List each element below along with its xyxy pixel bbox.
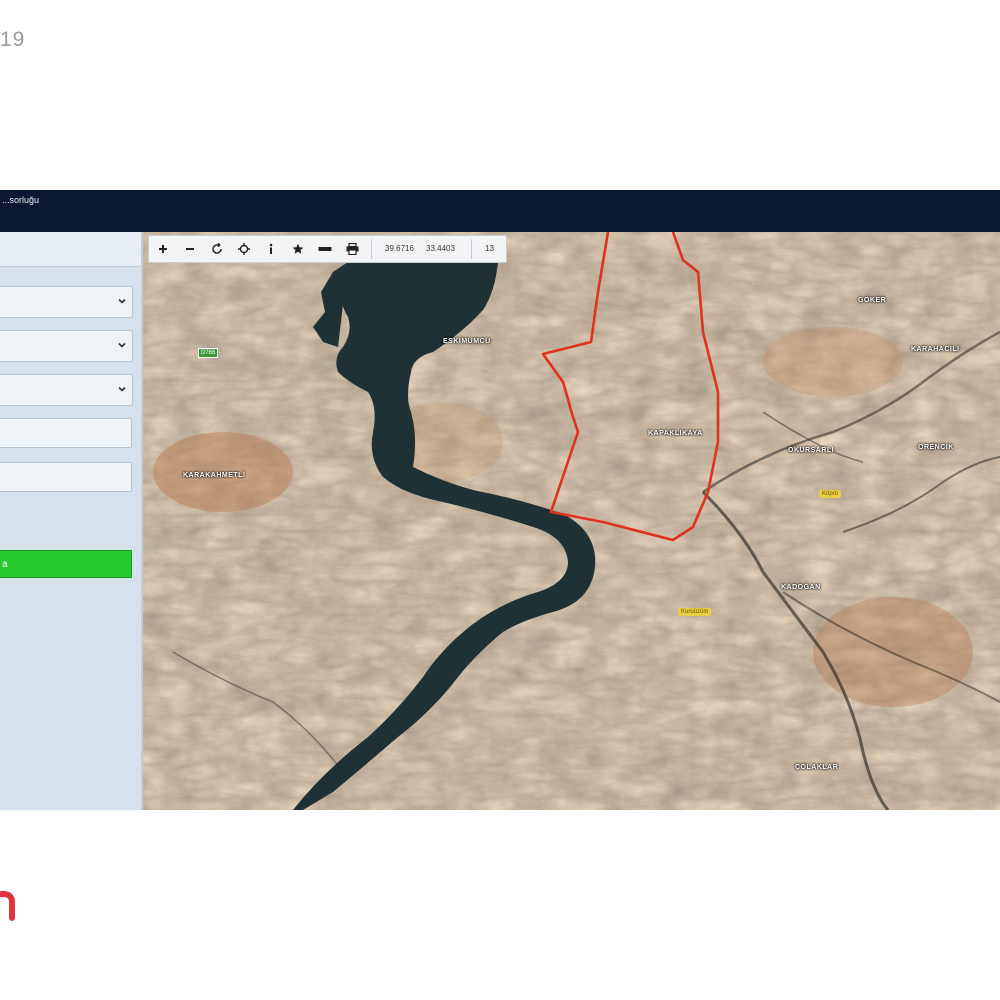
app-window: ...sorluğu a ESKİMUMCU KARAKAHMETLİ GÖKE… <box>0 190 1000 810</box>
sidebar-panel-header <box>0 232 141 267</box>
poi-badge: Köprü <box>819 490 842 498</box>
poi-badge: Kuruüzüm <box>678 608 712 616</box>
printer-icon <box>346 243 358 255</box>
map-label: ESKİMUMCU <box>443 338 491 345</box>
road-number-badge: D765 <box>198 348 219 358</box>
satellite-map[interactable]: ESKİMUMCU KARAKAHMETLİ GÖKER KARAHACILI … <box>143 232 1000 810</box>
app-title: ...sorluğu <box>2 195 40 205</box>
query-button[interactable]: a <box>0 550 132 578</box>
chevron-down-icon <box>118 298 126 304</box>
crosshair-icon <box>238 243 250 255</box>
district-select[interactable] <box>0 330 133 362</box>
refresh-button[interactable] <box>207 239 227 259</box>
map-label: KADOĞAN <box>781 584 821 591</box>
info-button[interactable] <box>261 239 281 259</box>
minus-icon <box>186 248 194 250</box>
parcel-input[interactable] <box>0 462 132 492</box>
search-sidebar: a <box>0 232 143 810</box>
neighborhood-select[interactable] <box>0 374 133 406</box>
latitude-readout: 39.6716 <box>385 244 414 253</box>
measure-button[interactable] <box>315 239 335 259</box>
zoom-in-button[interactable] <box>153 239 173 259</box>
map-label: ÖRENCİK <box>918 444 954 451</box>
chevron-down-icon <box>118 386 126 392</box>
toolbar-divider <box>371 239 372 259</box>
block-input[interactable] <box>0 418 132 448</box>
favorite-button[interactable] <box>288 239 308 259</box>
corner-number: 19 <box>0 28 26 51</box>
star-icon <box>292 243 304 254</box>
plus-icon <box>159 245 167 253</box>
map-label: OKURŞARLI <box>788 447 835 454</box>
chevron-down-icon <box>118 342 126 348</box>
map-label: KARAKAHMETLİ <box>183 472 246 479</box>
ruler-icon <box>318 247 332 251</box>
map-label: KAPAKLIKAYA <box>648 430 703 437</box>
map-label: GÖKER <box>858 297 887 304</box>
map-toolbar: 39.6716 33.4403 13 <box>148 235 507 263</box>
brand-logo-icon <box>0 890 15 921</box>
toolbar-divider <box>471 239 472 259</box>
map-imagery <box>143 232 1000 810</box>
zoom-level-readout: 13 <box>485 244 494 253</box>
app-header: ...sorluğu <box>0 190 1000 232</box>
map-label: ÇOLAKLAR <box>795 764 839 771</box>
longitude-readout: 33.4403 <box>426 244 455 253</box>
province-select[interactable] <box>0 286 133 318</box>
info-icon <box>269 243 273 254</box>
map-label: KARAHACILI <box>911 346 960 353</box>
refresh-icon <box>212 243 222 254</box>
zoom-out-button[interactable] <box>180 239 200 259</box>
print-button[interactable] <box>342 239 362 259</box>
locate-button[interactable] <box>234 239 254 259</box>
